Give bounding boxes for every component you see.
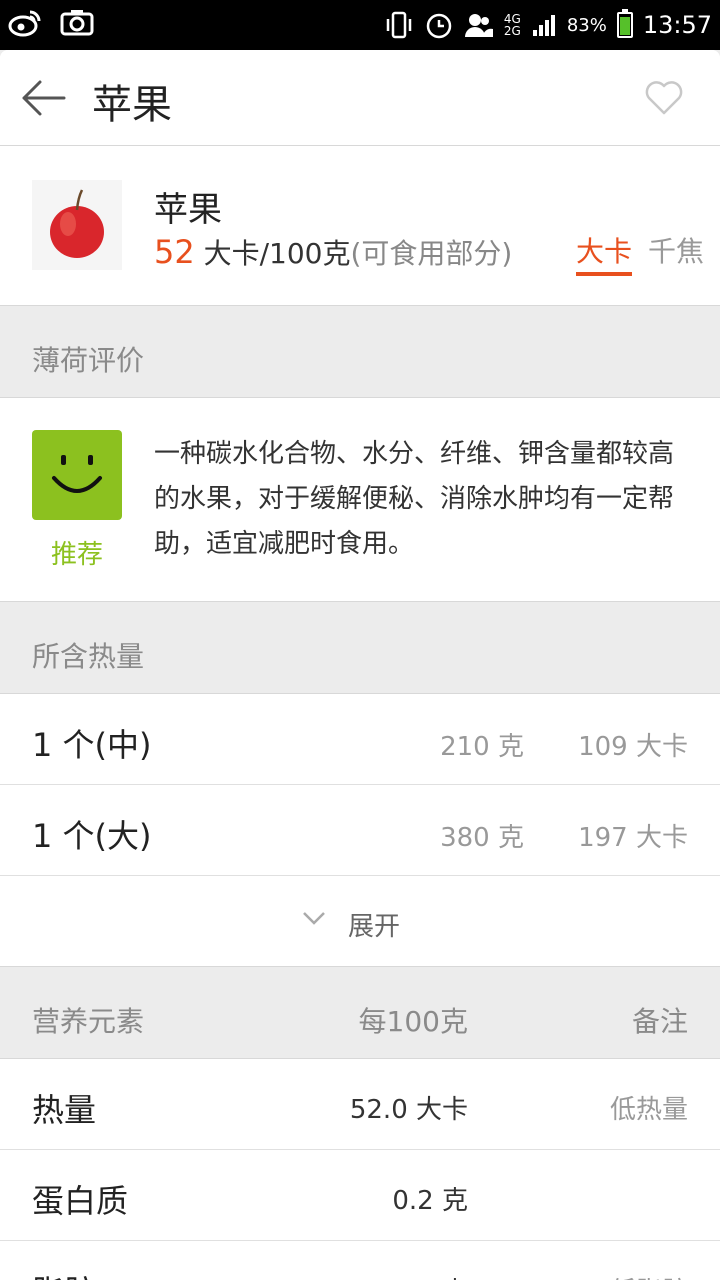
calorie-unit: 大卡/100克	[194, 237, 351, 270]
camera-icon	[60, 8, 94, 38]
portion-kcal: 197 大卡	[578, 823, 688, 853]
nutrient-note: 低脂肪	[610, 1271, 688, 1280]
status-bar-right: 4G 2G 83% 13:57	[384, 9, 712, 40]
food-energy: 52 大卡/100克(可食用部分)	[154, 232, 512, 272]
calories-section-header: 所含热量	[0, 602, 720, 694]
portion-grams: 210 克	[440, 732, 524, 762]
status-bar: 4G 2G 83% 13:57	[0, 0, 720, 50]
portion-name: 1 个(中)	[32, 726, 152, 764]
food-image	[32, 180, 122, 270]
back-button[interactable]	[20, 78, 66, 118]
page-title: 苹果	[92, 82, 172, 128]
calorie-row[interactable]: 1 个(大) 380 克 197 大卡	[0, 785, 720, 876]
nutrient-col-name: 营养元素	[32, 1005, 145, 1038]
nutrient-name: 蛋白质	[32, 1182, 129, 1220]
weibo-icon	[8, 8, 42, 38]
unit-kj-tab[interactable]: 千焦	[648, 230, 704, 270]
nutrient-value: 52.0 大卡	[349, 1095, 468, 1125]
nutrient-note: 低热量	[609, 1095, 688, 1125]
nutrient-row: 脂肪 0.2 克 低脂肪	[0, 1241, 720, 1280]
calorie-row[interactable]: 1 个(中) 210 克 109 大卡	[0, 694, 720, 785]
vibrate-icon	[384, 10, 414, 40]
portion-name: 1 个(大)	[32, 817, 152, 855]
unit-kcal-tab[interactable]: 大卡	[576, 230, 633, 276]
chevron-down-icon	[303, 912, 325, 925]
network-indicator: 4G 2G	[504, 13, 521, 37]
contacts-icon	[464, 10, 494, 40]
battery-percent: 83%	[566, 14, 607, 36]
evaluation-card: 推荐 一种碳水化合物、水分、纤维、钾含量都较高的水果，对于缓解便秘、消除水肿均有…	[0, 398, 720, 602]
favorite-button[interactable]	[644, 80, 684, 116]
food-name: 苹果	[154, 190, 222, 230]
battery-icon	[616, 9, 633, 38]
status-time: 13:57	[642, 11, 712, 39]
back-arrow-icon	[22, 80, 66, 116]
rating-label: 推荐	[50, 540, 103, 570]
app-container: 苹果 苹果 52 大卡/100克(可食用部分) 大卡 千焦 薄荷评价 推荐 一种…	[0, 50, 720, 1280]
smiley-icon	[32, 430, 122, 520]
portion-kcal: 109 大卡	[578, 732, 688, 762]
nutrient-col-per100: 每100克	[358, 1005, 468, 1038]
evaluation-section-title: 薄荷评价	[32, 344, 145, 377]
nutrient-value: 0.2 克	[392, 1186, 468, 1216]
calorie-value: 52	[154, 233, 195, 271]
alarm-icon	[424, 10, 454, 40]
status-bar-left	[8, 8, 94, 38]
expand-label: 展开	[348, 912, 401, 942]
portion-grams: 380 克	[440, 823, 524, 853]
signal-icon	[531, 10, 557, 40]
heart-icon	[645, 81, 683, 115]
nutrients-header: 营养元素 每100克 备注	[0, 967, 720, 1059]
calorie-note: (可食用部分)	[350, 237, 513, 270]
network-bottom-label: 2G	[503, 24, 521, 38]
evaluation-text: 一种碳水化合物、水分、纤维、钾含量都较高的水果，对于缓解便秘、消除水肿均有一定帮…	[154, 439, 675, 559]
nutrient-row: 蛋白质 0.2 克	[0, 1150, 720, 1241]
nutrient-value: 0.2 克	[392, 1271, 468, 1280]
nutrient-name: 脂肪	[32, 1267, 96, 1280]
food-info: 苹果 52 大卡/100克(可食用部分) 大卡 千焦	[0, 146, 720, 306]
evaluation-section-header: 薄荷评价	[0, 306, 720, 398]
calories-section-title: 所含热量	[32, 640, 145, 673]
nutrient-col-note: 备注	[631, 1005, 688, 1038]
nutrient-row: 热量 52.0 大卡 低热量	[0, 1059, 720, 1150]
expand-button[interactable]: 展开	[0, 876, 720, 967]
nutrient-name: 热量	[32, 1091, 97, 1129]
app-header: 苹果	[0, 50, 720, 146]
